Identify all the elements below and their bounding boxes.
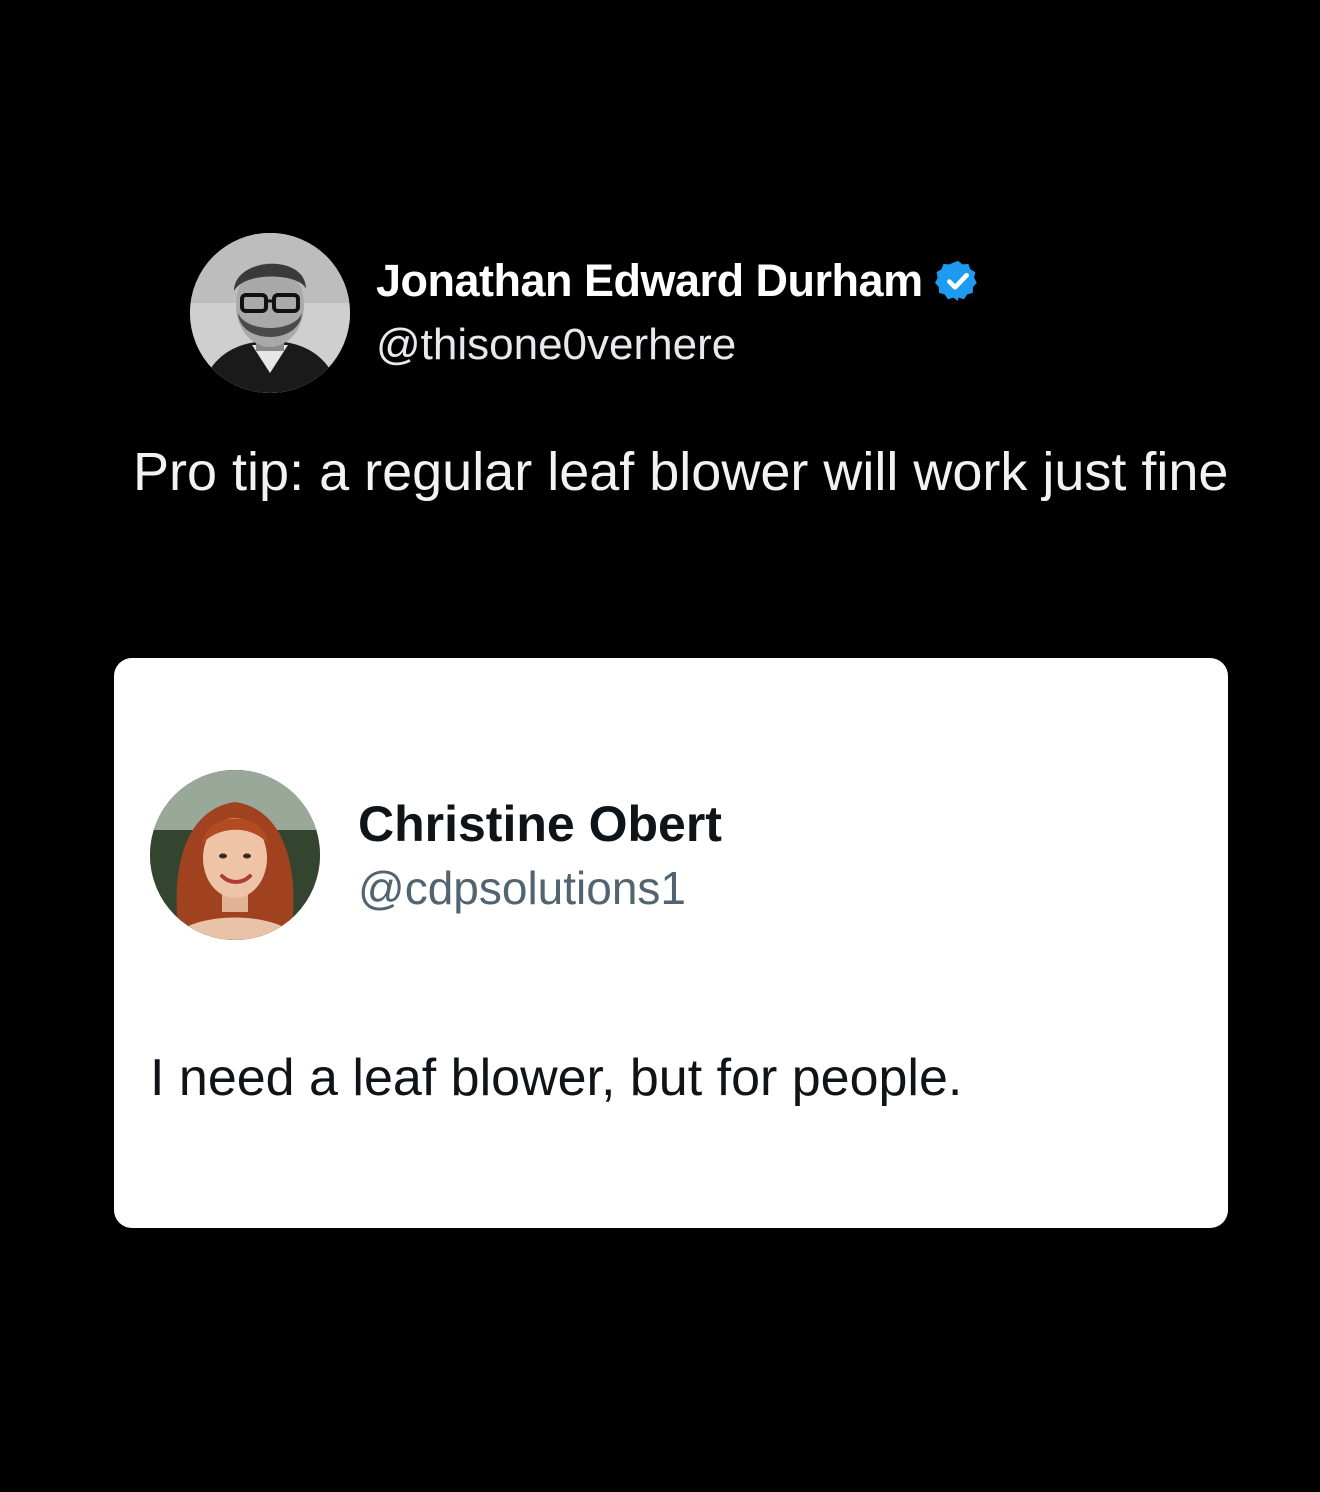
woman-with-red-hair-avatar-icon (150, 770, 320, 940)
quoted-tweet-text: I need a leaf blower, but for people. (150, 1049, 963, 1107)
name-row: Jonathan Edward Durham (376, 253, 981, 309)
outer-tweet: Jonathan Edward Durham @thisone0verhere … (0, 0, 1320, 1492)
quoted-author-display-name[interactable]: Christine Obert (358, 794, 722, 854)
man-with-glasses-avatar-icon (190, 233, 350, 393)
quoted-author-handle[interactable]: @cdpsolutions1 (358, 860, 722, 916)
quoted-tweet-header: Christine Obert @cdpsolutions1 (150, 770, 722, 940)
verified-badge-icon (934, 260, 977, 302)
author-display-name[interactable]: Jonathan Edward Durham (376, 253, 923, 309)
quoted-tweet-card[interactable]: Christine Obert @cdpsolutions1 I need a … (114, 658, 1228, 1228)
tweet-text: Pro tip: a regular leaf blower will work… (133, 442, 1229, 502)
quoted-tweet-names: Christine Obert @cdpsolutions1 (358, 794, 722, 916)
quoted-avatar[interactable] (150, 770, 320, 940)
outer-tweet-names: Jonathan Edward Durham @thisone0verhere (376, 253, 981, 373)
outer-tweet-header: Jonathan Edward Durham @thisone0verhere (190, 232, 981, 394)
author-handle[interactable]: @thisone0verhere (376, 317, 981, 373)
avatar[interactable] (190, 233, 350, 393)
